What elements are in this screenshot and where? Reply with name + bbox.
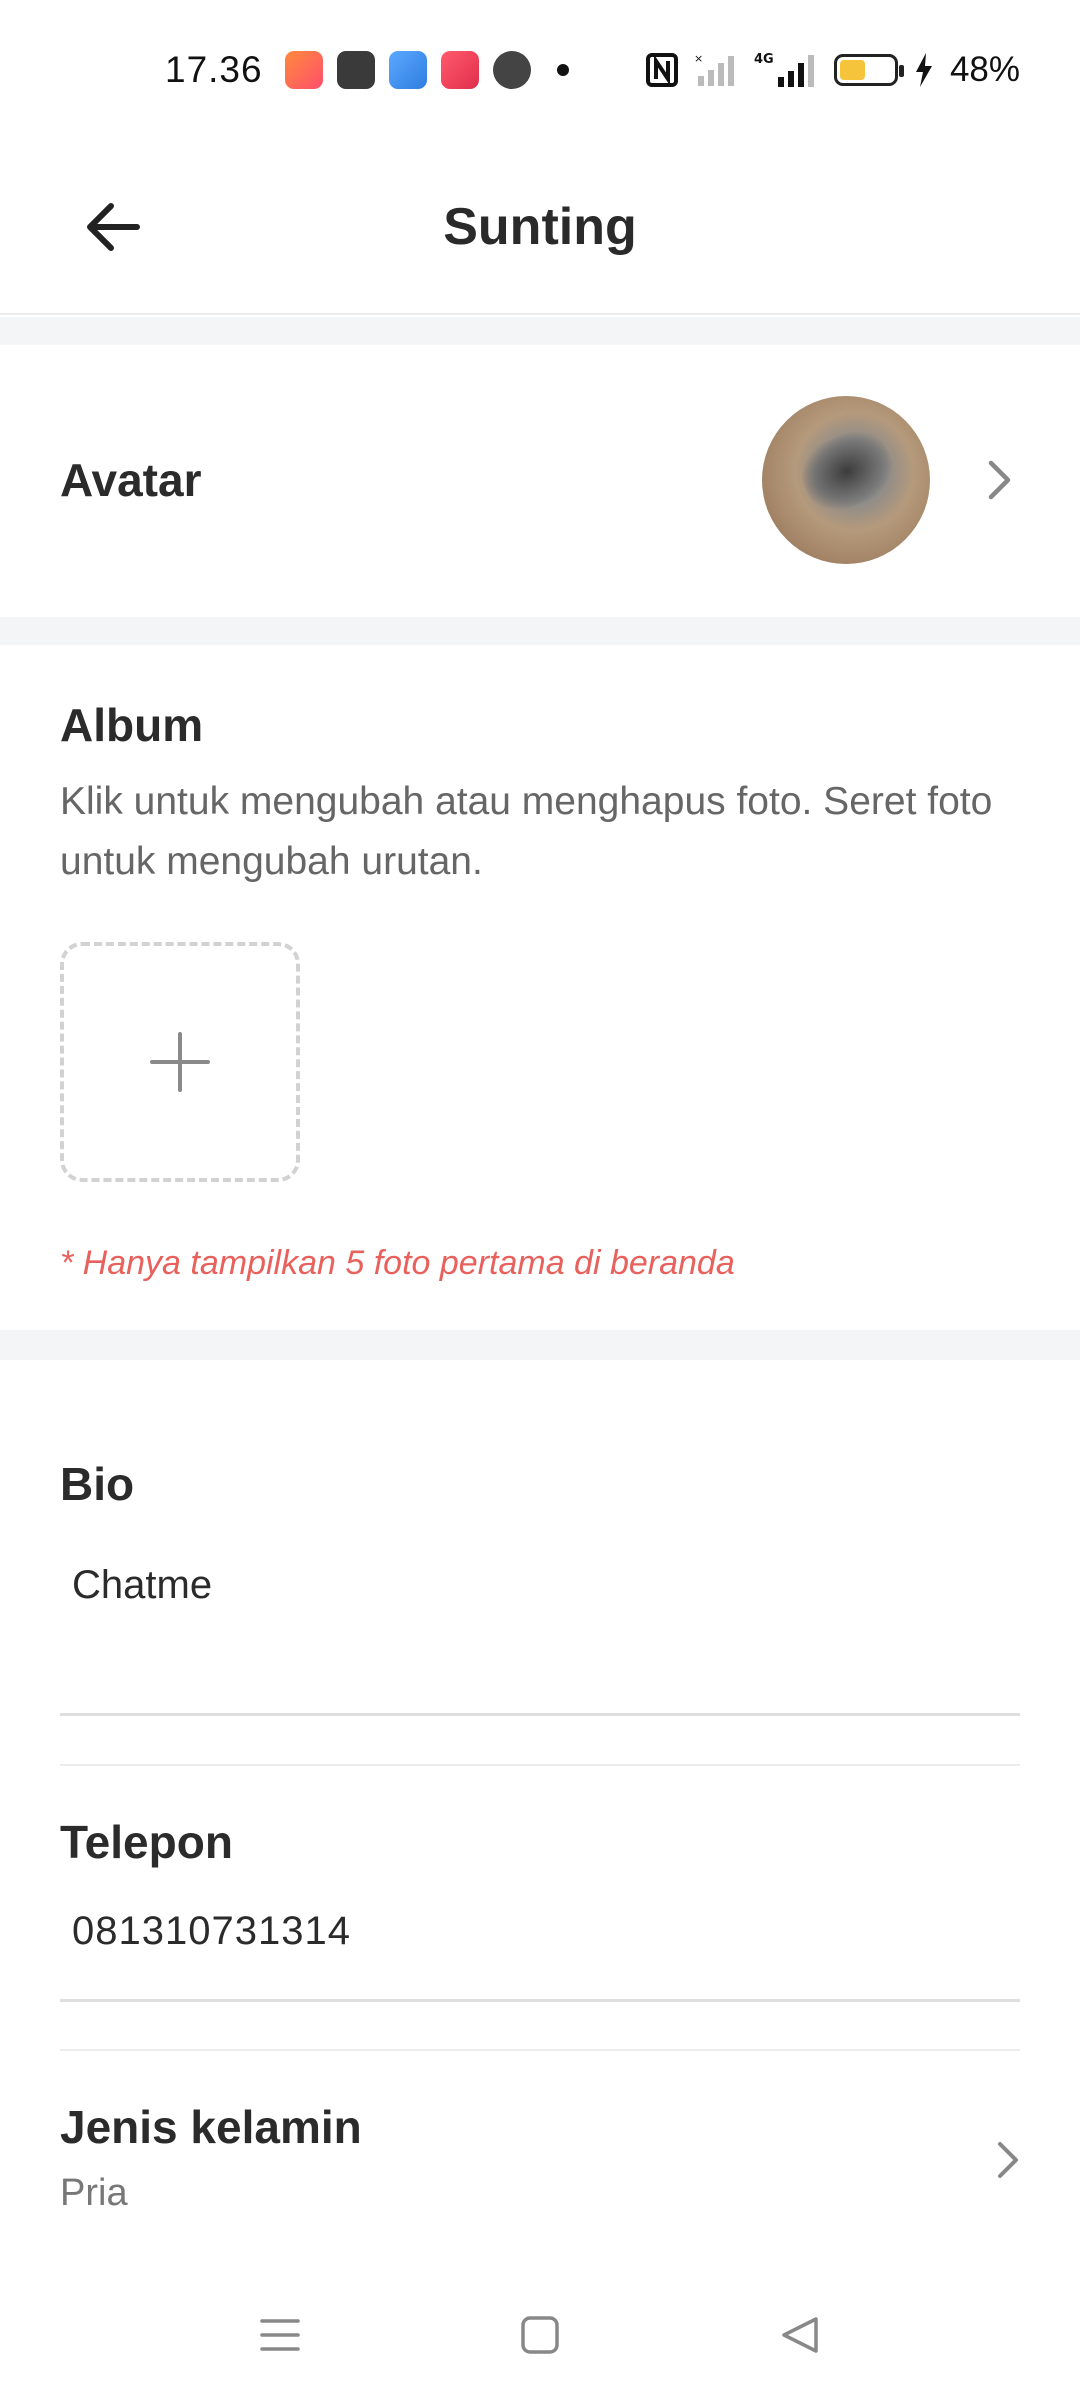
add-photo-button[interactable]	[60, 942, 300, 1182]
album-section: Album Klik untuk mengubah atau menghapus…	[0, 645, 1080, 1335]
avatar[interactable]	[762, 396, 930, 564]
status-time: 17.36	[165, 49, 263, 90]
section-divider	[0, 1330, 1080, 1360]
divider	[60, 2049, 1020, 2051]
charging-icon	[915, 53, 932, 87]
chevron-right-icon	[996, 2140, 1020, 2185]
status-bar: 17.36 × 4G 48%	[0, 0, 1080, 140]
chat-icon	[492, 51, 531, 89]
avatar-row[interactable]: Avatar	[0, 345, 1080, 615]
gender-label: Jenis kelamin	[60, 2101, 362, 2153]
menu-icon	[260, 2319, 300, 2351]
divider	[60, 1764, 1020, 1766]
more-notifications-dot	[556, 64, 569, 76]
battery-fill	[839, 60, 865, 80]
section-divider	[0, 617, 1080, 645]
back-nav-button[interactable]	[770, 2305, 830, 2365]
status-right: × 4G 48%	[645, 50, 1020, 90]
battery-percent: 48%	[949, 50, 1020, 89]
system-navigation-bar	[0, 2280, 1080, 2390]
home-button[interactable]	[510, 2305, 570, 2365]
bio-label: Bio	[60, 1458, 135, 1510]
plus-icon	[150, 1032, 210, 1092]
gender-value: Pria	[60, 2172, 128, 2214]
svg-text:×: ×	[694, 52, 703, 65]
phone-section: Telepon 081310731314	[60, 1815, 1020, 2002]
battery-icon	[833, 54, 904, 86]
top-app-bar: Sunting	[0, 140, 1080, 315]
game-icon	[284, 51, 323, 89]
arrow-left-icon	[87, 202, 140, 251]
triangle-back-icon	[782, 2317, 818, 2353]
bio-section: Bio Chatme	[60, 1365, 1020, 1716]
album-description: Klik untuk mengubah atau menghapus foto.…	[60, 780, 993, 883]
chevron-right-icon	[980, 460, 1020, 500]
network-type-label: 4G	[754, 52, 774, 67]
signal-4g-icon: 4G	[754, 52, 814, 87]
cinema-icon	[336, 51, 375, 89]
notification-icons	[284, 51, 569, 89]
bio-underline	[60, 1713, 1020, 1716]
phone-input[interactable]: 081310731314	[72, 1909, 1020, 1954]
album-note: * Hanya tampilkan 5 foto pertama di bera…	[60, 1244, 735, 1282]
signal-sim1-icon: ×	[694, 52, 734, 86]
bio-input[interactable]: Chatme	[72, 1563, 1020, 1608]
page-title: Sunting	[443, 197, 637, 256]
square-icon	[521, 2316, 559, 2354]
album-title: Album	[60, 699, 204, 751]
weather-icon	[388, 51, 427, 89]
nfc-icon	[645, 53, 678, 87]
phone-label: Telepon	[60, 1816, 233, 1868]
recent-apps-button[interactable]	[250, 2305, 310, 2365]
back-button[interactable]	[78, 192, 148, 262]
app-icon	[440, 51, 479, 89]
gender-row[interactable]: Jenis kelamin Pria	[60, 2100, 1020, 2230]
section-divider	[0, 317, 1080, 345]
phone-underline	[60, 1999, 1020, 2002]
edit-profile-screen: 17.36 × 4G 48% Sunting Avatar Album Klik…	[0, 0, 1080, 2400]
avatar-label: Avatar	[60, 454, 202, 506]
